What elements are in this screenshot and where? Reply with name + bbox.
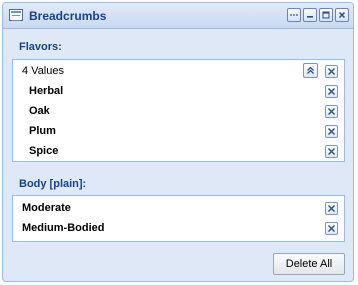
body-medium-bodied: Medium-Bodied [22,222,105,234]
body-row: Medium-Bodied [13,219,344,239]
flavors-summary-row: 4 Values [13,62,344,82]
flavor-row: Spice [13,142,344,162]
remove-oak-icon[interactable] [325,105,338,118]
flavor-herbal: Herbal [29,85,64,97]
delete-all-button[interactable]: Delete All [273,253,345,275]
body-box: Moderate Medium-Bodied [12,195,345,242]
flavor-row: Plum [13,122,344,142]
remove-spice-icon[interactable] [325,145,338,158]
remove-moderate-icon[interactable] [325,202,338,215]
remove-flavors-icon[interactable] [325,65,338,78]
body-label: Body [plain]: [19,178,87,190]
menu-icon[interactable] [287,8,301,22]
collapse-up-icon[interactable] [303,63,318,78]
flavors-box: 4 Values Herbal Oak Plum Spice [12,59,345,162]
panel-window-icon [9,9,23,21]
flavors-summary: 4 Values [22,65,64,77]
flavor-row: Herbal [13,82,344,102]
maximize-icon[interactable] [319,8,333,22]
panel-title: Breadcrumbs [29,9,107,23]
flavor-oak: Oak [29,105,50,117]
flavor-spice: Spice [29,145,59,157]
body-moderate: Moderate [22,202,71,214]
minimize-icon[interactable] [303,8,317,22]
remove-plum-icon[interactable] [325,125,338,138]
breadcrumbs-panel: Breadcrumbs Flavors: 4 Values Herbal Oak… [2,2,354,282]
panel-header: Breadcrumbs [3,3,353,29]
body-row: Moderate [13,199,344,219]
flavors-label: Flavors: [19,41,62,53]
remove-medium-bodied-icon[interactable] [325,222,338,235]
flavor-plum: Plum [29,125,56,137]
flavor-row: Oak [13,102,344,122]
remove-herbal-icon[interactable] [325,85,338,98]
close-icon[interactable] [335,8,349,22]
panel-tools [287,8,349,22]
